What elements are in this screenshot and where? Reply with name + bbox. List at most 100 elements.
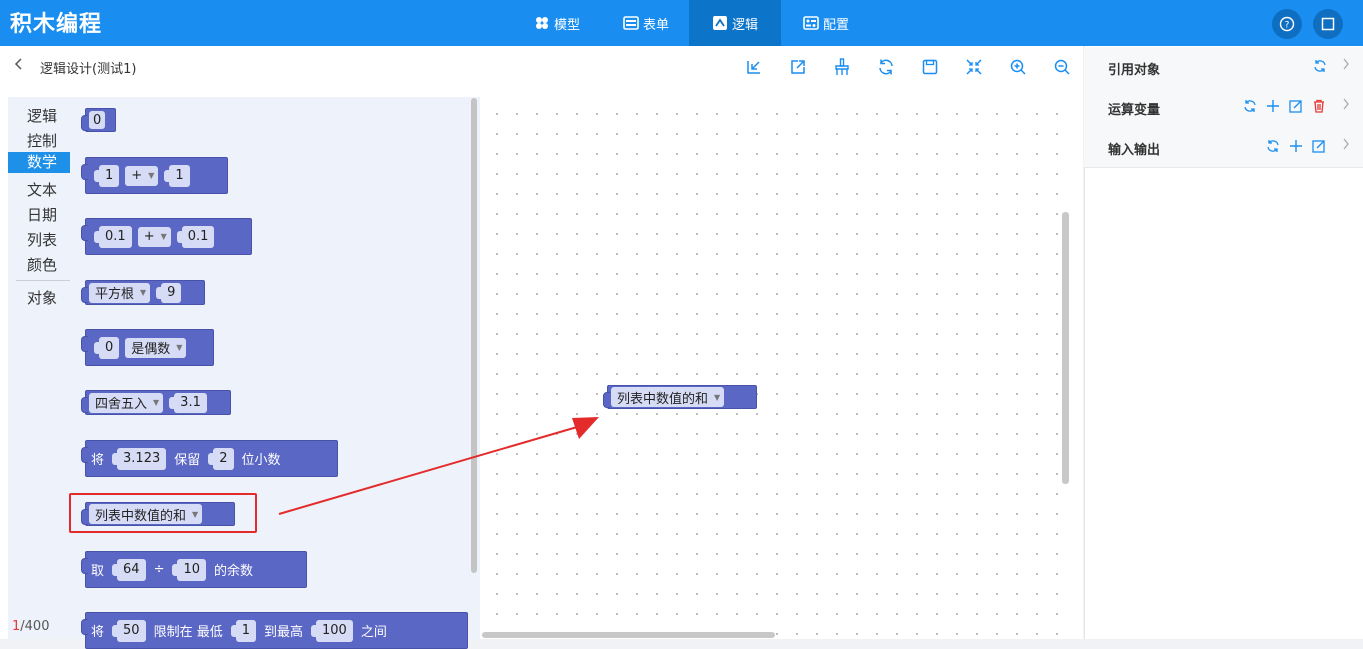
round-value[interactable]: 3.1 [174,392,207,413]
dropdown-arrow-icon: ▼ [714,392,721,402]
save-icon[interactable] [921,58,939,76]
fullscreen-button[interactable] [1313,9,1343,39]
constrain-suffix: 之间 [360,625,387,640]
tab-form[interactable]: 表单 [603,0,689,46]
refresh-icon[interactable] [1313,59,1327,73]
refresh-icon[interactable] [877,58,895,76]
add-icon[interactable] [1266,99,1280,113]
arith-dec-op: + [143,229,155,244]
logic-icon [712,16,727,30]
constrain-high[interactable]: 100 [316,619,353,642]
chevron-right-icon[interactable] [1342,58,1350,74]
collapse-icon[interactable] [965,58,983,76]
modulo-a[interactable]: 64 [117,558,146,581]
round-fn-dropdown[interactable]: 四舍五入 ▼ [89,392,164,413]
fixed-value[interactable]: 3.123 [117,447,167,470]
add-icon[interactable] [1289,139,1303,153]
dropdown-arrow-icon: ▼ [153,398,160,407]
section-title: 引用对象 [1108,63,1161,78]
category-math[interactable]: 数学 [8,152,70,173]
form-icon [623,16,639,30]
canvas-horizontal-scrollbar[interactable] [482,632,775,638]
constrain-mid2: 到最高 [263,625,303,640]
dropdown-arrow-icon: ▼ [176,343,183,352]
arith-b[interactable]: 1 [169,164,190,187]
sqrt-fn-dropdown[interactable]: 平方根 ▼ [89,282,151,303]
sqrt-fn: 平方根 [95,287,135,302]
back-icon[interactable] [14,57,24,75]
clear-icon[interactable] [833,58,851,76]
category-list[interactable]: 列表 [27,229,57,250]
math-arithmetic-decimal-block[interactable]: 0.1 + ▼ 0.1 [81,218,252,255]
section-title: 运算变量 [1108,103,1161,118]
arith-a[interactable]: 1 [99,164,120,187]
canvas-list-sum-block[interactable]: 列表中数值的和 ▼ [603,385,757,409]
tab-config-label: 配置 [822,17,849,33]
tab-config[interactable]: 配置 [781,0,871,46]
breadcrumb: 逻辑设计(测试1) [40,62,137,77]
canvas-vertical-scrollbar[interactable] [1062,212,1069,484]
config-icon [803,16,819,30]
canvas-list-sum-dropdown[interactable]: 列表中数值的和 ▼ [611,387,725,407]
modulo-op: ÷ [153,562,165,577]
section-input-output[interactable]: 输入输出 [1084,127,1363,168]
block-canvas[interactable] [480,97,1070,639]
tab-logic-label: 逻辑 [731,17,758,33]
math-even-block[interactable]: 0 是偶数 ▼ [81,329,214,366]
category-object[interactable]: 对象 [27,287,57,308]
canvas-list-sum-fn: 列表中数值的和 [617,391,709,407]
edit-icon[interactable] [1289,99,1303,113]
category-divider [16,280,70,281]
constrain-low[interactable]: 1 [235,619,256,642]
constrain-value[interactable]: 50 [117,619,146,642]
zoom-out-icon[interactable] [1053,58,1071,76]
dropdown-arrow-icon: ▼ [160,232,167,241]
chevron-right-icon[interactable] [1342,98,1350,114]
even-test-dropdown[interactable]: 是偶数 ▼ [125,337,187,358]
math-modulo-block[interactable]: 取 64 ÷ 10 的余数 [81,551,307,588]
category-text[interactable]: 文本 [27,179,57,200]
help-icon: ? [1279,16,1295,32]
refresh-icon[interactable] [1243,99,1257,113]
arith-dec-a[interactable]: 0.1 [99,225,132,248]
arith-dec-op-dropdown[interactable]: + ▼ [137,226,171,247]
math-arithmetic-block[interactable]: 1 + ▼ 1 [81,157,228,194]
arith-op: + [131,168,143,183]
even-value[interactable]: 0 [99,336,120,359]
delete-icon[interactable] [1312,99,1326,113]
block-count-total: /400 [20,619,50,634]
math-round-block[interactable]: 四舍五入 ▼ 3.1 [81,390,231,415]
tab-model-label: 模型 [553,17,580,33]
modulo-b[interactable]: 10 [177,558,207,581]
category-color[interactable]: 颜色 [27,254,57,275]
sqrt-value[interactable]: 9 [161,282,182,303]
export-icon[interactable] [789,58,807,76]
math-sqrt-block[interactable]: 平方根 ▼ 9 [81,280,205,305]
round-fn: 四舍五入 [95,397,148,412]
math-constrain-block[interactable]: 将 50 限制在 最低 1 到最高 100 之间 [81,612,468,649]
arith-op-dropdown[interactable]: + ▼ [125,165,159,186]
help-button[interactable]: ? [1272,9,1302,39]
constrain-mid1: 限制在 最低 [153,625,223,640]
math-number-block[interactable]: 0 [81,108,116,132]
number-value[interactable]: 0 [89,111,106,129]
section-title: 输入输出 [1108,143,1161,158]
drag-arrow-annotation [278,417,599,515]
fixed-digits[interactable]: 2 [213,447,234,470]
category-control[interactable]: 控制 [27,130,57,151]
section-variables[interactable]: 运算变量 [1084,87,1363,128]
arith-dec-b[interactable]: 0.1 [181,225,215,248]
section-reference-objects[interactable]: 引用对象 [1084,47,1363,88]
chevron-right-icon[interactable] [1342,138,1350,154]
refresh-icon[interactable] [1266,139,1280,153]
tab-model[interactable]: 模型 [512,0,602,46]
tab-logic[interactable]: 逻辑 [689,0,781,46]
dropdown-arrow-icon: ▼ [140,288,147,297]
import-icon[interactable] [745,58,763,76]
zoom-in-icon[interactable] [1009,58,1027,76]
edit-icon[interactable] [1312,139,1326,153]
svg-text:?: ? [1285,21,1290,31]
category-logic[interactable]: 逻辑 [27,105,57,126]
category-date[interactable]: 日期 [27,204,57,225]
category-toolbox: 逻辑 控制 数学 文本 日期 列表 颜色 对象 [8,97,70,639]
